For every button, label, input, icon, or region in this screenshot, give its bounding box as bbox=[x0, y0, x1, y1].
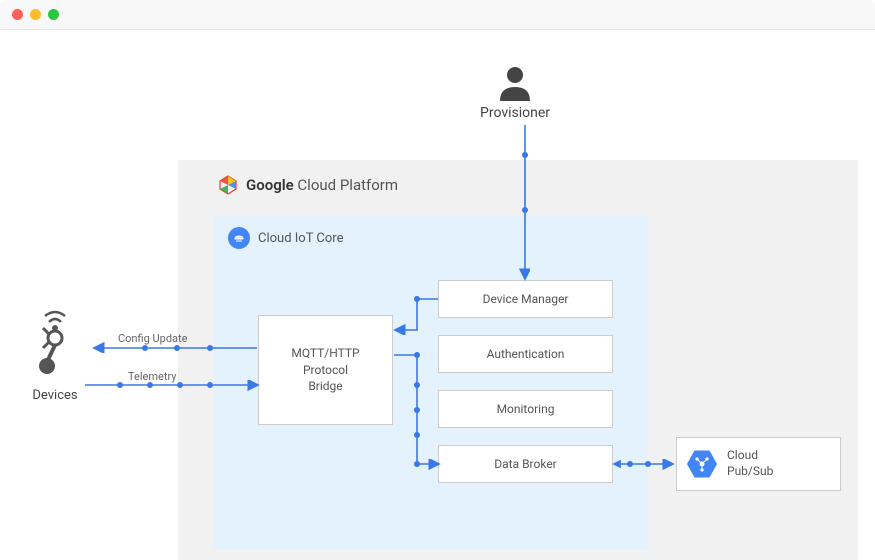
edge-label-config-update: Config Update bbox=[118, 332, 187, 345]
device-manager-label: Device Manager bbox=[483, 291, 569, 308]
authentication-node: Authentication bbox=[438, 335, 613, 373]
data-broker-node: Data Broker bbox=[438, 445, 613, 483]
pubsub-label: Cloud Pub/Sub bbox=[727, 448, 773, 479]
monitoring-label: Monitoring bbox=[497, 401, 555, 418]
gcp-header: Google Cloud Platform bbox=[218, 175, 398, 195]
browser-chrome bbox=[0, 0, 875, 30]
pubsub-icon bbox=[687, 449, 717, 479]
diagram-canvas: Provisioner Google Cloud Platform Cloud … bbox=[0, 30, 875, 558]
robot-arm-icon bbox=[25, 310, 85, 380]
data-broker-label: Data Broker bbox=[494, 456, 557, 473]
device-manager-node: Device Manager bbox=[438, 280, 613, 318]
provisioner-node: Provisioner bbox=[480, 65, 550, 121]
window-minimize-dot[interactable] bbox=[30, 9, 41, 20]
gcp-logo-icon bbox=[218, 175, 238, 195]
gcp-title: Google Cloud Platform bbox=[246, 176, 398, 194]
protocol-bridge-node: MQTT/HTTP Protocol Bridge bbox=[258, 315, 393, 425]
iot-title: Cloud IoT Core bbox=[258, 231, 344, 246]
window-zoom-dot[interactable] bbox=[48, 9, 59, 20]
iot-core-icon bbox=[228, 227, 250, 249]
iot-core-container: Cloud IoT Core MQTT/HTTP Protocol Bridge… bbox=[213, 215, 648, 550]
protocol-bridge-label: MQTT/HTTP Protocol Bridge bbox=[291, 345, 359, 395]
iot-header: Cloud IoT Core bbox=[228, 227, 344, 249]
pubsub-node: Cloud Pub/Sub bbox=[676, 437, 841, 491]
provisioner-label: Provisioner bbox=[480, 105, 550, 121]
gcp-container: Google Cloud Platform Cloud IoT Core MQT… bbox=[178, 160, 858, 560]
edge-label-telemetry: Telemetry bbox=[128, 370, 176, 383]
devices-node: Devices bbox=[15, 310, 95, 403]
authentication-label: Authentication bbox=[487, 346, 565, 363]
monitoring-node: Monitoring bbox=[438, 390, 613, 428]
window-close-dot[interactable] bbox=[12, 9, 23, 20]
person-icon bbox=[496, 65, 534, 101]
devices-label: Devices bbox=[15, 388, 95, 403]
